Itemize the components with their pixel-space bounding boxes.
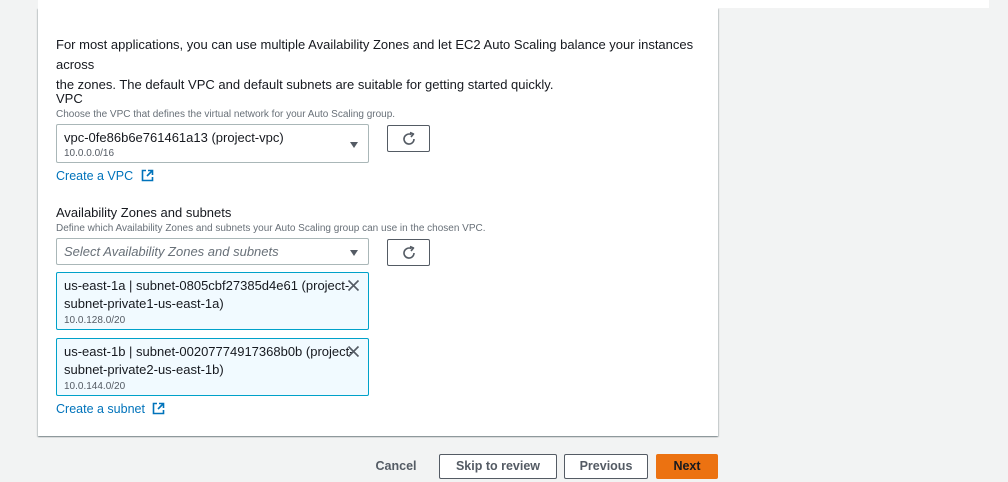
close-icon[interactable] <box>347 345 360 358</box>
external-link-icon <box>153 402 165 415</box>
vpc-select[interactable]: vpc-0fe86b6e761461a13 (project-vpc) 10.0… <box>56 124 369 163</box>
cancel-button[interactable]: Cancel <box>368 454 424 479</box>
subnet-token-cidr: 10.0.144.0/20 <box>64 381 126 392</box>
top-strip <box>0 0 1008 8</box>
create-subnet-link[interactable]: Create a subnet <box>56 402 165 416</box>
create-vpc-link-label: Create a VPC <box>56 169 134 183</box>
subnet-token-line-2: subnet-private2-us-east-1b) <box>64 362 224 377</box>
vpc-selected-value: vpc-0fe86b6e761461a13 (project-vpc) <box>64 130 284 145</box>
subnet-token-line-1: us-east-1a | subnet-0805cbf27385d4e61 (p… <box>64 278 350 293</box>
next-button[interactable]: Next <box>656 454 718 479</box>
subnet-token: us-east-1b | subnet-00207774917368b0b (p… <box>56 338 369 396</box>
external-link-icon <box>141 169 153 182</box>
skip-to-review-button[interactable]: Skip to review <box>439 454 557 479</box>
previous-button[interactable]: Previous <box>564 454 648 479</box>
refresh-icon <box>403 131 415 145</box>
subnets-description: Define which Availability Zones and subn… <box>56 223 486 234</box>
caret-down-icon <box>350 250 358 256</box>
intro-line-1: For most applications, you can use multi… <box>56 37 694 72</box>
subnets-refresh-button[interactable] <box>387 239 430 266</box>
subnet-token: us-east-1a | subnet-0805cbf27385d4e61 (p… <box>56 272 369 330</box>
create-vpc-link[interactable]: Create a VPC <box>56 169 154 183</box>
vpc-label: VPC <box>56 91 83 106</box>
caret-down-icon <box>350 142 358 148</box>
previous-panel-edge <box>38 0 989 8</box>
close-icon[interactable] <box>347 279 360 292</box>
vpc-description: Choose the VPC that defines the virtual … <box>56 109 396 120</box>
vpc-selected-cidr: 10.0.0.0/16 <box>64 148 115 159</box>
vpc-refresh-button[interactable] <box>387 125 430 152</box>
subnets-placeholder: Select Availability Zones and subnets <box>64 244 279 259</box>
create-subnet-link-label: Create a subnet <box>56 402 145 416</box>
refresh-icon <box>403 245 415 259</box>
subnet-token-cidr: 10.0.128.0/20 <box>64 315 126 326</box>
subnets-select[interactable]: Select Availability Zones and subnets <box>56 238 369 265</box>
intro-text: For most applications, you can use multi… <box>56 35 706 95</box>
subnet-token-line-2: subnet-private1-us-east-1a) <box>64 296 224 311</box>
network-panel: For most applications, you can use multi… <box>38 8 718 436</box>
subnet-token-line-1: us-east-1b | subnet-00207774917368b0b (p… <box>64 344 354 359</box>
intro-line-2: the zones. The default VPC and default s… <box>56 77 554 92</box>
subnets-label: Availability Zones and subnets <box>56 205 232 220</box>
